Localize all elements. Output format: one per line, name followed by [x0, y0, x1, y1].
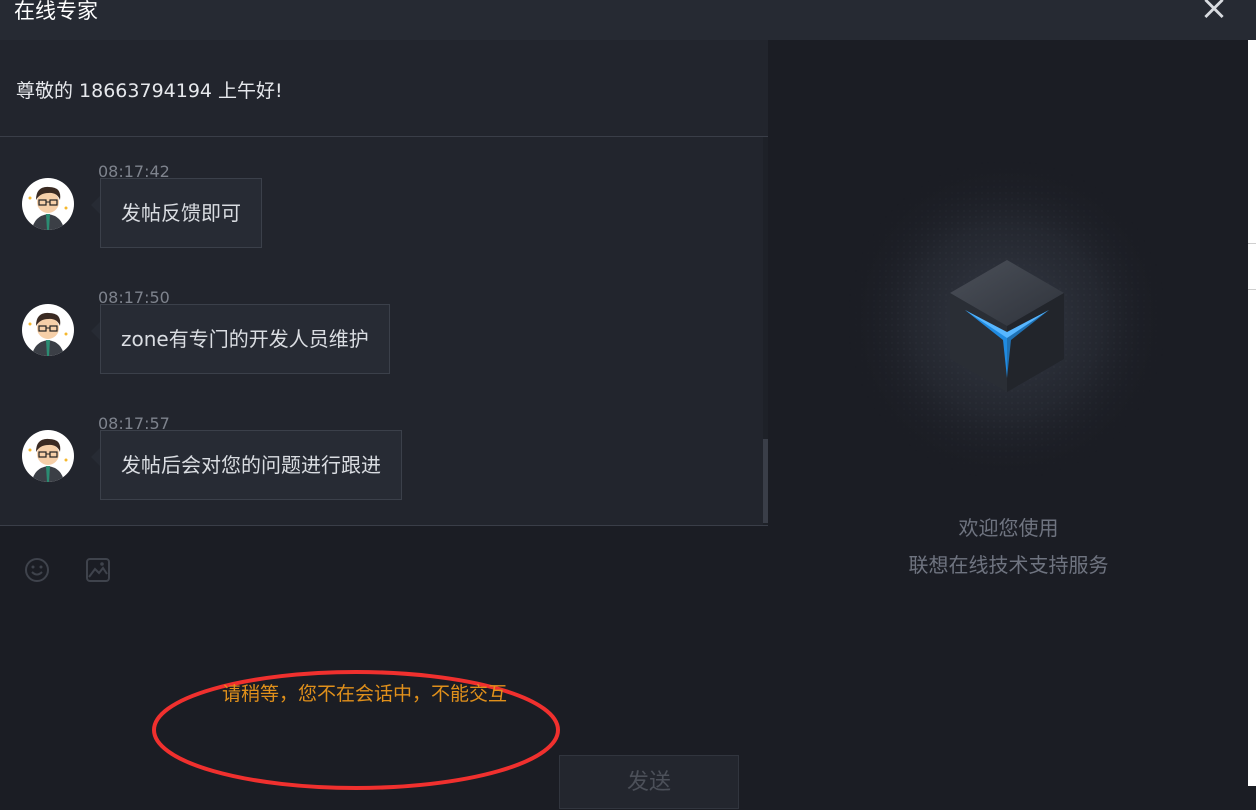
- background-window-divider: [1248, 243, 1256, 290]
- bubble-tail: [91, 448, 100, 466]
- message-item: 08:17:42 发帖反馈即可: [0, 162, 760, 288]
- bubble-tail: [91, 322, 100, 340]
- welcome-panel: 欢迎您使用 联想在线技术支持服务: [769, 40, 1248, 786]
- message-item: 08:17:57 发帖后会对您的问题进行跟进: [0, 414, 760, 540]
- background-window-edge: [1248, 40, 1256, 786]
- close-icon[interactable]: ×: [1198, 0, 1230, 25]
- agent-avatar: [22, 178, 74, 230]
- message-bubble: 发帖反馈即可: [100, 178, 262, 248]
- agent-avatar: [22, 430, 74, 482]
- send-button[interactable]: 发送: [559, 755, 739, 809]
- title-bar: 在线专家 ×: [0, 0, 1256, 40]
- message-bubble: zone有专门的开发人员维护: [100, 304, 390, 374]
- image-icon[interactable]: [84, 556, 112, 584]
- agent-avatar: [22, 304, 74, 356]
- welcome-line-2: 联想在线技术支持服务: [908, 553, 1109, 577]
- scrollbar-thumb[interactable]: [763, 439, 768, 523]
- window-title: 在线专家: [14, 0, 98, 23]
- chat-panel: 尊敬的 18663794194 上午好! 08:17:42 发帖反馈即可 08:…: [0, 40, 769, 809]
- lenovo-cube-logo: [847, 160, 1167, 480]
- notice-text: 请稍等，您不在会话中，不能交互: [222, 683, 508, 705]
- greeting-text: 尊敬的 18663794194 上午好!: [16, 80, 283, 102]
- message-item: 08:17:50 zone有专门的开发人员维护: [0, 288, 760, 414]
- bubble-tail: [91, 196, 100, 214]
- greeting-bar: 尊敬的 18663794194 上午好!: [0, 40, 768, 137]
- welcome-line-1: 欢迎您使用: [958, 516, 1059, 540]
- message-list[interactable]: 08:17:42 发帖反馈即可 08:17:50 zone有专门的开发人员维护 …: [0, 137, 768, 526]
- message-bubble: 发帖后会对您的问题进行跟进: [100, 430, 402, 500]
- smiley-icon[interactable]: [23, 556, 51, 584]
